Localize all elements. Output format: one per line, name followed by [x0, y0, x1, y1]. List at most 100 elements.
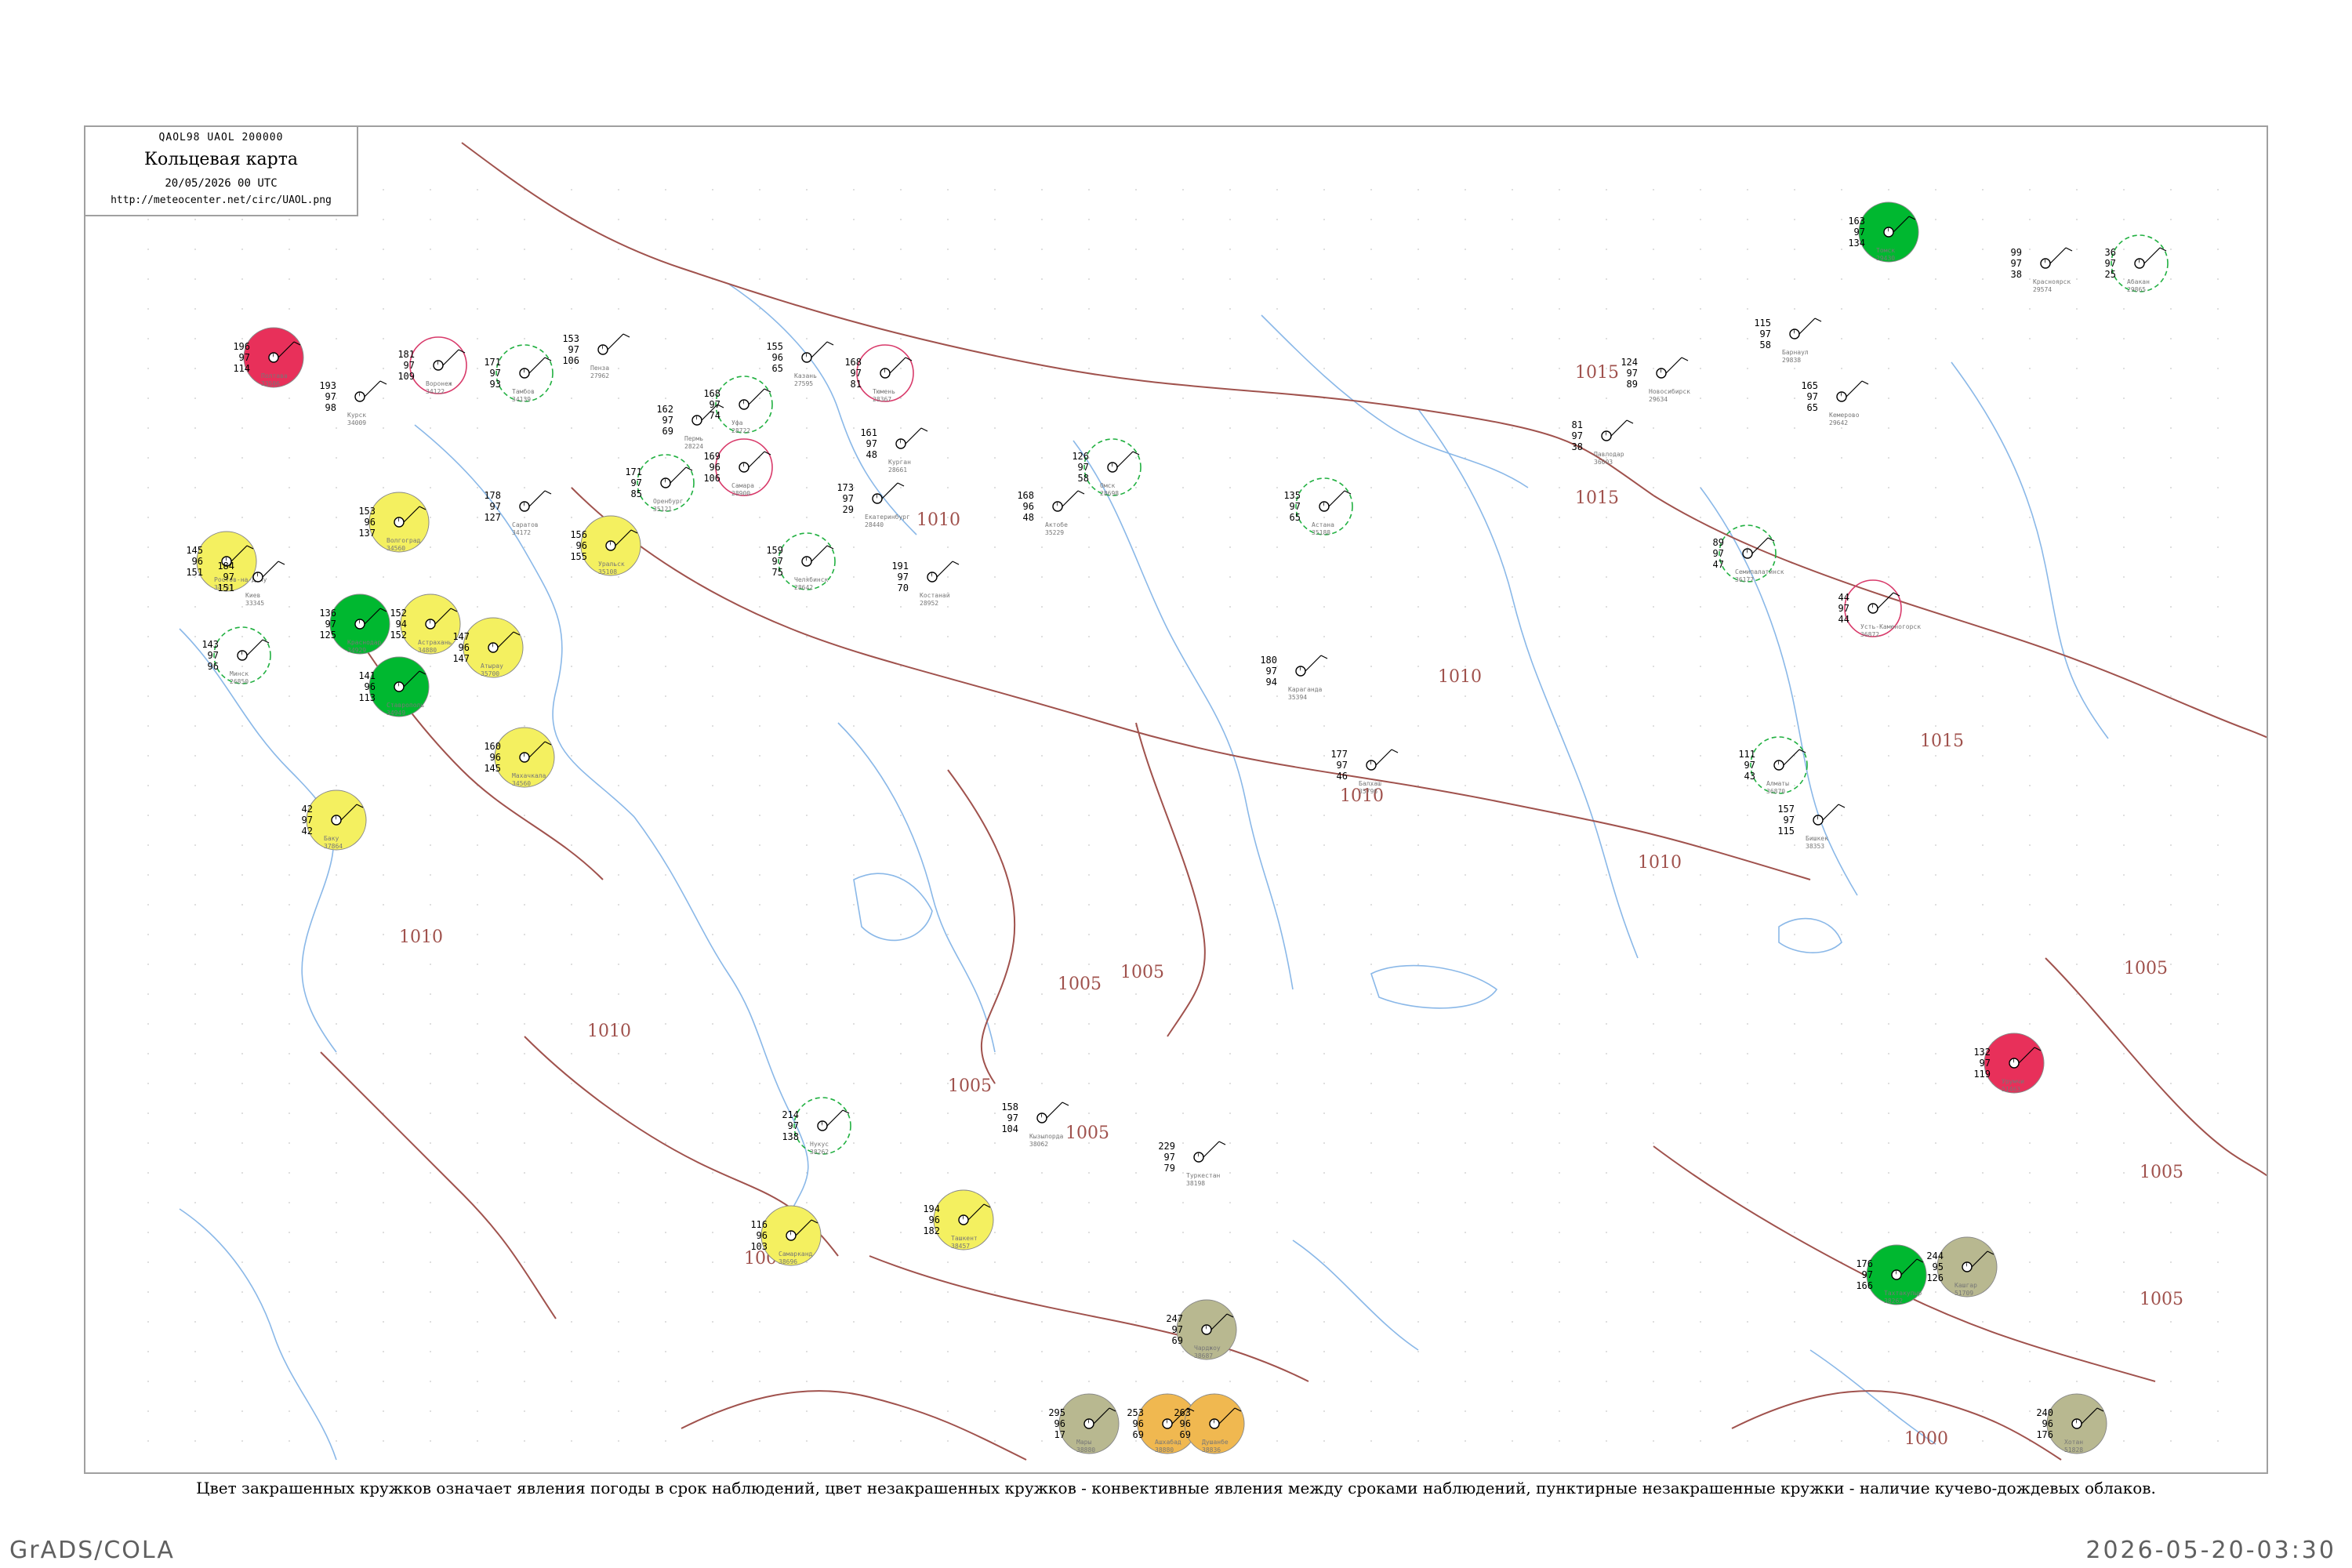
grid-dot	[2029, 1381, 2031, 1382]
station-plot[interactable]: 1249789Новосибирск29634	[1621, 357, 1690, 403]
grid-dot	[618, 934, 619, 935]
station-plot[interactable]: 1559665Казань27595	[766, 341, 834, 387]
grid-dot	[1747, 1261, 1748, 1263]
grid-dot	[477, 219, 478, 220]
grid-dot	[1653, 1381, 1654, 1382]
grid-dot	[1041, 1291, 1043, 1293]
station-plot[interactable]: 1809794Караганда35394	[1260, 655, 1328, 701]
grid-dot	[524, 993, 525, 995]
grid-dot	[430, 725, 431, 727]
grid-dot	[1747, 815, 1748, 816]
station-id: 36870	[1766, 788, 1785, 795]
station-temperature: 155	[766, 341, 783, 352]
grid-dot	[1088, 1321, 1090, 1323]
grid-dot	[853, 964, 855, 965]
wind-barb-icon	[1846, 380, 1863, 397]
grid-dot	[2123, 1232, 2125, 1233]
grid-dot	[1512, 785, 1513, 786]
grid-dot	[1747, 249, 1748, 250]
wind-feather-icon	[920, 427, 928, 432]
grid-dot	[1135, 1142, 1137, 1144]
station-plot[interactable]: 999738Красноярск29574	[2011, 247, 2073, 293]
station-name: Павлодар	[1594, 451, 1624, 458]
station-plot[interactable]: 1159758Барнаул29838	[1754, 318, 1822, 364]
grid-dot	[524, 1053, 525, 1054]
grid-dot	[1935, 427, 1936, 429]
grid-dot	[1700, 815, 1701, 816]
grid-dot	[1888, 993, 1889, 995]
grid-dot	[1700, 695, 1701, 697]
issyk-kul-outline	[1778, 917, 1842, 953]
grid-dot	[2123, 874, 2125, 876]
grid-dot	[1982, 338, 1984, 339]
station-plot[interactable]: 17897127Саратов34172	[484, 490, 552, 536]
grid-dot	[241, 755, 243, 757]
grid-dot	[759, 397, 760, 399]
grid-dot	[1323, 1381, 1325, 1382]
grid-dot	[1512, 904, 1513, 906]
grid-dot	[1700, 725, 1701, 727]
grid-dot	[712, 1351, 713, 1352]
grid-dot	[1559, 606, 1560, 608]
grid-dot	[147, 1381, 149, 1382]
grid-dot	[383, 308, 384, 310]
station-id: 29865	[2127, 286, 2146, 293]
grid-dot	[1700, 904, 1701, 906]
grid-dot	[1935, 785, 1936, 786]
grid-dot	[618, 695, 619, 697]
station-temperature: 145	[186, 545, 203, 556]
grid-dot	[524, 874, 525, 876]
grid-dot	[477, 278, 478, 280]
grid-dot	[1041, 219, 1043, 220]
grid-dot	[2170, 904, 2172, 906]
grid-dot	[1182, 517, 1184, 518]
station-temperature: 253	[1127, 1407, 1144, 1418]
grid-dot	[336, 1410, 337, 1412]
grid-dot	[1041, 815, 1043, 816]
station-plot[interactable]: 1739729Екатеринбург28440	[837, 482, 909, 528]
station-plot[interactable]: 15397106Пенза27962	[562, 333, 630, 379]
station-plot[interactable]: 15797115Бишкек38353	[1777, 804, 1846, 850]
grid-dot	[1559, 1172, 1560, 1174]
station-plot[interactable]: 1619748Курган28661	[860, 427, 928, 474]
grid-dot	[524, 1321, 525, 1323]
grid-dot	[1747, 1202, 1748, 1203]
grid-dot	[1041, 1202, 1043, 1203]
station-id: 35700	[481, 670, 499, 677]
grid-dot	[1135, 427, 1137, 429]
grid-dot	[806, 993, 808, 995]
grid-dot	[1794, 964, 1795, 965]
grid-dot	[2029, 1351, 2031, 1352]
station-dewpoint: 115	[1777, 826, 1795, 837]
station-name: Нукус	[810, 1141, 829, 1148]
station-plot[interactable]: 1919770Костанай28952	[891, 561, 960, 607]
grid-dot	[947, 1410, 949, 1412]
grid-dot	[1606, 1142, 1607, 1144]
station-plot[interactable]: 819738Павлодар36003	[1572, 419, 1634, 466]
grid-dot	[1370, 308, 1372, 310]
station-dewpoint: 69	[1133, 1429, 1144, 1440]
grid-dot	[665, 844, 666, 846]
grid-dot	[524, 1083, 525, 1084]
station-plot[interactable]: 1939798Курск34009	[319, 380, 387, 426]
grid-dot	[1794, 844, 1795, 846]
station-plot[interactable]: 1659765Кемерово29642	[1801, 380, 1869, 426]
grid-dot	[571, 934, 572, 935]
grid-dot	[1935, 1321, 1936, 1323]
station-plot[interactable]: 2299779Туркестан38198	[1158, 1141, 1226, 1187]
grid-dot	[1935, 368, 1936, 369]
grid-dot	[1982, 457, 1984, 459]
grid-dot	[147, 1083, 149, 1084]
grid-dot	[1794, 1202, 1795, 1203]
source-url[interactable]: http://meteocenter.net/circ/UAOL.png	[85, 194, 357, 206]
station-plot[interactable]: 15897104Кызылорда38062	[1001, 1102, 1069, 1148]
grid-dot	[1370, 487, 1372, 488]
station-plot[interactable]: 1689648Актобе35229	[1017, 490, 1085, 536]
grid-dot	[430, 368, 431, 369]
station-plot[interactable]: 449744Усть-Каменогорск36872	[1838, 592, 1922, 638]
grid-dot	[994, 1321, 996, 1323]
grid-dot	[1182, 993, 1184, 995]
grid-dot	[947, 1381, 949, 1382]
station-pressure: 97	[662, 415, 673, 426]
grid-dot	[1606, 1053, 1607, 1054]
